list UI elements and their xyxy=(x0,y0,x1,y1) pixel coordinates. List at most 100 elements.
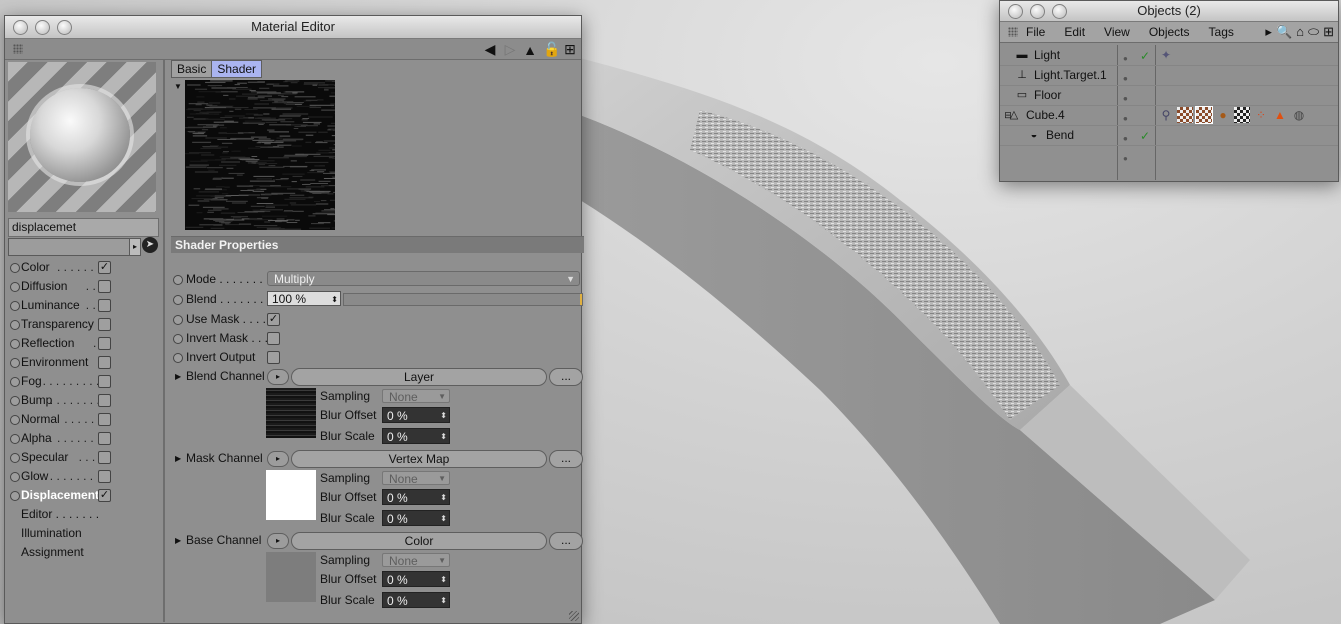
collapse-triangle-icon[interactable]: ▼ xyxy=(174,82,182,91)
object-name[interactable]: Light.Target.1 xyxy=(1034,65,1107,85)
channel-checkbox[interactable] xyxy=(98,375,111,388)
back-arrow-icon[interactable]: ◀ xyxy=(483,41,497,58)
invert-mask-checkbox[interactable] xyxy=(267,332,280,345)
base-channel-menu-button[interactable]: ▸ xyxy=(267,533,289,549)
channel-displacement[interactable]: Displacement ✓ xyxy=(8,486,160,505)
blend-animation-dot[interactable] xyxy=(173,295,183,305)
channel-animation-dot[interactable] xyxy=(10,301,20,311)
channel-checkbox[interactable] xyxy=(98,318,111,331)
mask-channel-menu-button[interactable]: ▸ xyxy=(267,451,289,467)
object-row[interactable]: ▬ Light ● ● ✓ ✦ xyxy=(1000,45,1338,83)
mask-channel-thumbnail[interactable] xyxy=(266,470,316,520)
mask-channel-more-button[interactable]: ... xyxy=(549,450,583,468)
use-mask-checkbox[interactable]: ✓ xyxy=(267,313,280,326)
blend-slider[interactable] xyxy=(343,293,583,306)
object-row[interactable]: ◒ Bend ● ● ✓ xyxy=(1000,125,1338,163)
extra-item[interactable]: Illumination xyxy=(8,524,160,543)
dots-tag-icon[interactable]: ⁘ xyxy=(1253,107,1269,123)
channel-reflection[interactable]: Reflection. . . xyxy=(8,334,160,353)
channel-animation-dot[interactable] xyxy=(10,263,20,273)
channel-checkbox[interactable] xyxy=(98,451,111,464)
channel-color[interactable]: Color . . . . . . . ✓ xyxy=(8,258,160,277)
minimize-window-button[interactable] xyxy=(1030,4,1045,19)
tab-shader[interactable]: Shader xyxy=(211,60,263,78)
blur-offset-input[interactable]: 0 % ⬍ xyxy=(382,407,450,423)
expand-triangle-icon[interactable]: ▶ xyxy=(175,531,181,550)
use-mask-animation-dot[interactable] xyxy=(173,315,183,325)
spinner-icon[interactable]: ⬍ xyxy=(440,511,447,527)
new-window-icon[interactable]: ⊞ xyxy=(1323,22,1334,42)
channel-environment[interactable]: Environment xyxy=(8,353,160,372)
channel-checkbox[interactable] xyxy=(98,337,111,350)
picker-arrow-icon[interactable]: ➤ xyxy=(142,237,158,253)
channel-animation-dot[interactable] xyxy=(10,472,20,482)
link-field[interactable] xyxy=(8,238,130,256)
cone-tag-icon[interactable]: ▲ xyxy=(1272,107,1288,123)
material-editor-titlebar[interactable]: Material Editor xyxy=(5,16,581,39)
channel-checkbox[interactable] xyxy=(98,356,111,369)
blend-channel-thumbnail[interactable] xyxy=(266,388,316,438)
object-row[interactable]: ⊥ Light.Target.1 ● ● xyxy=(1000,65,1338,103)
blur-scale-input[interactable]: 0 % ⬍ xyxy=(382,592,450,608)
object-name[interactable]: Light xyxy=(1034,45,1060,65)
minimize-window-button[interactable] xyxy=(35,20,50,35)
object-row[interactable]: ⊟ △ Cube.4 ● ● ⚲ ● ⁘ ▲ ◍ xyxy=(1000,105,1338,143)
blur-offset-input[interactable]: 0 % ⬍ xyxy=(382,571,450,587)
sampling-dropdown[interactable]: None ▼ xyxy=(382,553,450,568)
target-tag-icon[interactable]: ✦ xyxy=(1158,47,1174,63)
channel-fog[interactable]: Fog. . . . . . . . . xyxy=(8,372,160,391)
objects-titlebar[interactable]: Objects (2) xyxy=(1000,1,1338,22)
extra-item[interactable]: Assignment xyxy=(8,543,160,562)
menu-objects[interactable]: Objects xyxy=(1149,22,1190,42)
channel-checkbox[interactable] xyxy=(98,280,111,293)
channel-animation-dot[interactable] xyxy=(10,434,20,444)
object-name[interactable]: Cube.4 xyxy=(1026,105,1065,125)
tab-basic[interactable]: Basic xyxy=(171,60,213,78)
spinner-icon[interactable]: ⬍ xyxy=(440,490,447,506)
home-icon[interactable]: ⌂ xyxy=(1296,22,1304,42)
resize-grip-icon[interactable] xyxy=(569,611,579,621)
spinner-icon[interactable]: ⬍ xyxy=(440,572,447,588)
lock-icon[interactable]: 🔓 xyxy=(543,41,560,58)
enabled-check-icon[interactable]: ✓ xyxy=(1140,46,1150,66)
blur-scale-input[interactable]: 0 % ⬍ xyxy=(382,510,450,526)
extra-item[interactable]: Editor . . . . . . . xyxy=(8,505,160,524)
menu-edit[interactable]: Edit xyxy=(1064,22,1085,42)
sampling-dropdown[interactable]: None ▼ xyxy=(382,389,450,404)
channel-animation-dot[interactable] xyxy=(10,320,20,330)
channel-checkbox[interactable]: ✓ xyxy=(98,261,111,274)
menu-tags[interactable]: Tags xyxy=(1209,22,1234,42)
menu-view[interactable]: View xyxy=(1104,22,1130,42)
sampling-dropdown[interactable]: None ▼ xyxy=(382,471,450,486)
channel-specular[interactable]: Specular. . . . xyxy=(8,448,160,467)
channel-animation-dot[interactable] xyxy=(10,396,20,406)
blend-input[interactable]: 100 % ⬍ xyxy=(267,291,341,306)
zoom-window-button[interactable] xyxy=(57,20,72,35)
texture-tag-icon[interactable] xyxy=(1195,106,1213,124)
channel-checkbox[interactable] xyxy=(98,299,111,312)
object-row[interactable]: ▭ Floor ● ● xyxy=(1000,85,1338,123)
channel-checkbox[interactable] xyxy=(98,432,111,445)
spinner-icon[interactable]: ⬍ xyxy=(331,292,338,307)
slider-handle[interactable] xyxy=(580,294,582,305)
mode-animation-dot[interactable] xyxy=(173,275,183,285)
enabled-check-icon[interactable]: ✓ xyxy=(1140,126,1150,146)
blur-offset-input[interactable]: 0 % ⬍ xyxy=(382,489,450,505)
invert-mask-animation-dot[interactable] xyxy=(173,334,183,344)
expand-triangle-icon[interactable]: ▶ xyxy=(175,449,181,468)
close-window-button[interactable] xyxy=(13,20,28,35)
channel-checkbox[interactable] xyxy=(98,394,111,407)
channel-bump[interactable]: Bump. . . . . . . . xyxy=(8,391,160,410)
link-arrow-button[interactable]: ▸ xyxy=(129,238,141,256)
spinner-icon[interactable]: ⬍ xyxy=(440,408,447,424)
invert-output-checkbox[interactable] xyxy=(267,351,280,364)
base-channel-shader-button[interactable]: Color xyxy=(291,532,547,550)
blend-channel-shader-button[interactable]: Layer xyxy=(291,368,547,386)
channel-animation-dot[interactable] xyxy=(10,415,20,425)
texture-tag-icon[interactable] xyxy=(1177,107,1193,123)
object-name[interactable]: Floor xyxy=(1034,85,1061,105)
close-window-button[interactable] xyxy=(1008,4,1023,19)
expand-triangle-icon[interactable]: ▶ xyxy=(175,367,181,386)
channel-animation-dot[interactable] xyxy=(10,358,20,368)
channel-animation-dot[interactable] xyxy=(10,282,20,292)
